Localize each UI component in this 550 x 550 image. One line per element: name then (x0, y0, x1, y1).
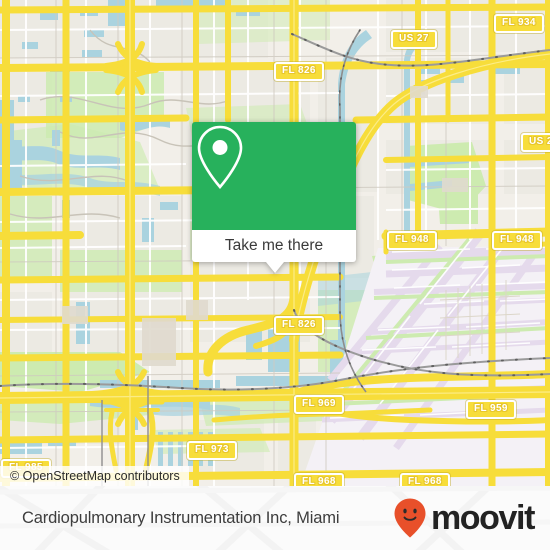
footer-content: Cardiopulmonary Instrumentation Inc, Mia… (0, 486, 550, 550)
road-shield: US 27 (391, 30, 437, 49)
map-canvas[interactable]: FL 934 US 27 FL 826 US 27 FL 948 FL 948 FL 826… (0, 0, 550, 486)
moovit-logo[interactable]: moovit (393, 497, 535, 539)
road-shield: FL 973 (187, 441, 237, 460)
road-shield: FL 826 (274, 62, 324, 81)
road-shield: FL 968 (294, 473, 344, 486)
callout-pointer (266, 261, 284, 273)
osm-attribution[interactable]: © OpenStreetMap contributors (0, 466, 189, 486)
footer-bar: Cardiopulmonary Instrumentation Inc, Mia… (0, 486, 550, 550)
road-shield: FL 934 (494, 14, 544, 33)
road-shield: FL 948 (387, 231, 437, 250)
callout-image-panel (192, 122, 356, 230)
road-shield: FL 968 (400, 473, 450, 486)
location-callout-card[interactable]: Take me there (192, 122, 356, 273)
road-shield: FL 948 (492, 231, 542, 250)
road-shield: US 27 (521, 133, 550, 152)
location-pin-icon (197, 125, 243, 189)
road-shield: FL 826 (274, 316, 324, 335)
road-shield: FL 959 (466, 400, 516, 419)
moovit-wordmark: moovit (430, 499, 535, 537)
page-title: Cardiopulmonary Instrumentation Inc, Mia… (22, 508, 340, 527)
road-shield: FL 969 (294, 395, 344, 414)
take-me-there-button[interactable]: Take me there (192, 230, 356, 262)
moovit-smiling-pin-icon (394, 498, 426, 538)
map-page: FL 934 US 27 FL 826 US 27 FL 948 FL 948 FL 826… (0, 0, 550, 550)
